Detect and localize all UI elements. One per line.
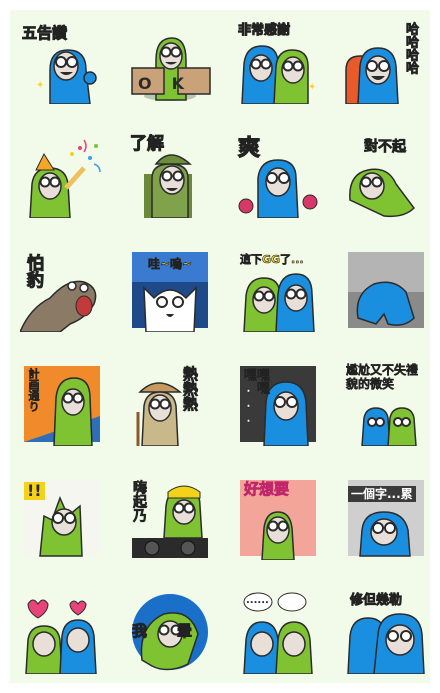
sticker-caption: 嘿嘿嘿... bbox=[241, 368, 270, 427]
sticker-caption: 一個字...累 bbox=[348, 486, 416, 502]
sticker-18[interactable]: 嗨起乃 bbox=[128, 476, 212, 560]
sticker-14[interactable]: 熱熱熱 bbox=[128, 362, 212, 446]
sticker-4[interactable]: 哈哈哈哈 bbox=[344, 20, 428, 104]
sticker-2[interactable]: OK bbox=[128, 20, 212, 104]
svg-text:✦: ✦ bbox=[308, 82, 316, 93]
sticker-caption: 修但幾勒 bbox=[350, 593, 403, 608]
sticker-16[interactable]: 尷尬又不失禮貌的微笑 bbox=[344, 362, 428, 446]
sticker-caption: 怕豹 bbox=[23, 254, 44, 289]
sticker-13[interactable]: 計画通り bbox=[20, 362, 104, 446]
sticker-1[interactable]: ✦ 五告讚 bbox=[20, 20, 104, 104]
sticker-caption: 好想要 bbox=[244, 480, 290, 498]
sticker-sheet: ✦ 五告讚 OK ✦ 非常感謝 哈哈哈哈 了解 爽 對不起 怕豹 哇~嗚~ 這下… bbox=[10, 10, 430, 683]
sticker-caption: 五告讚 bbox=[21, 24, 68, 42]
sticker-caption: 我暈 bbox=[132, 622, 193, 640]
sticker-15[interactable]: 嘿嘿嘿... bbox=[236, 362, 320, 446]
sticker-3[interactable]: ✦ 非常感謝 bbox=[236, 20, 320, 104]
sticker-22[interactable]: 我暈 bbox=[128, 590, 212, 674]
sticker-9[interactable]: 怕豹 bbox=[20, 248, 104, 332]
sticker-6[interactable]: 了解 bbox=[128, 134, 212, 218]
sticker-11[interactable]: 這下GG了... bbox=[236, 248, 320, 332]
sticker-12[interactable] bbox=[344, 248, 428, 332]
sticker-17[interactable]: !! bbox=[20, 476, 104, 560]
sticker-caption: 這下GG了... bbox=[240, 253, 304, 266]
svg-text:✦: ✦ bbox=[36, 80, 44, 91]
sticker-caption: 嗨起乃 bbox=[131, 480, 148, 523]
green-character-party-popper-art bbox=[29, 139, 101, 218]
sticker-caption: 哇~嗚~ bbox=[148, 257, 193, 271]
sticker-7[interactable]: 爽 bbox=[236, 134, 320, 218]
sticker-21[interactable] bbox=[20, 590, 104, 674]
blue-character-collapsed-art bbox=[348, 252, 424, 328]
sticker-caption: ...... bbox=[246, 595, 269, 606]
sticker-caption: 哈哈哈哈 bbox=[403, 22, 419, 75]
sticker-caption: 對不起 bbox=[364, 139, 407, 155]
explorer-character-hot-art bbox=[136, 382, 183, 446]
sticker-caption: !! bbox=[24, 482, 45, 500]
sticker-caption: 爽 bbox=[237, 136, 261, 161]
sticker-caption: 計画通り bbox=[27, 368, 41, 413]
sticker-19[interactable]: 好想要 bbox=[236, 476, 320, 560]
sticker-20[interactable]: 一個字...累 bbox=[344, 476, 428, 560]
sticker-caption: 尷尬又不失禮貌的微笑 bbox=[346, 363, 419, 391]
sticker-10[interactable]: 哇~嗚~ bbox=[128, 248, 212, 332]
sticker-24[interactable]: 修但幾勒 bbox=[344, 590, 428, 674]
sticker-8[interactable]: 對不起 bbox=[344, 134, 428, 218]
sticker-caption: OK bbox=[138, 74, 204, 93]
sticker-caption: 了解 bbox=[130, 134, 165, 154]
blue-green-characters-hearts-art bbox=[25, 599, 97, 674]
sticker-5[interactable] bbox=[20, 134, 104, 218]
sticker-23[interactable]: ...... bbox=[236, 590, 320, 674]
sticker-caption: 非常感謝 bbox=[237, 23, 291, 38]
sticker-caption: 熱熱熱 bbox=[181, 366, 200, 412]
